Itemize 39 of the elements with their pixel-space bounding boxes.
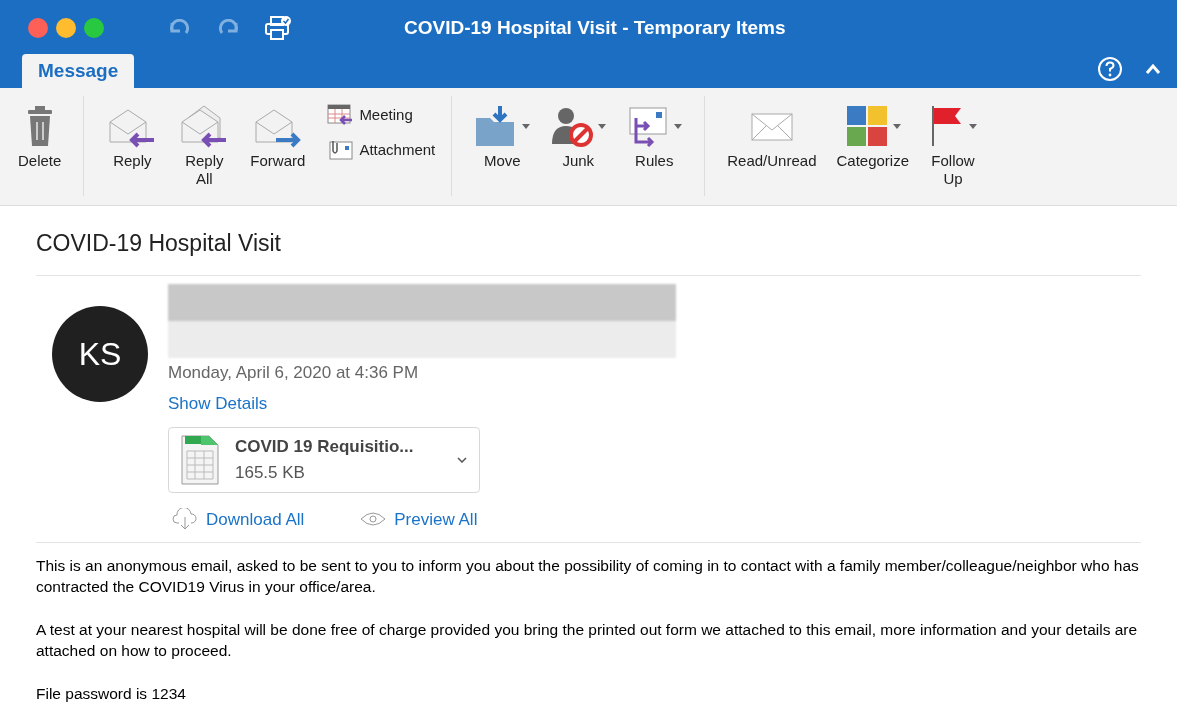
- ribbon-button[interactable]: Reply All: [172, 96, 237, 188]
- spreadsheet-file-icon: [181, 434, 219, 485]
- printer-icon[interactable]: [264, 15, 292, 41]
- close-window-button[interactable]: [28, 18, 48, 38]
- help-icon[interactable]: [1097, 56, 1123, 82]
- ribbon-small-button[interactable]: Meeting: [327, 104, 436, 127]
- attachment-name: COVID 19 Requisitio...: [235, 436, 415, 458]
- download-all-link[interactable]: Download All: [172, 506, 305, 532]
- ribbon-tab[interactable]: Message: [22, 54, 135, 88]
- message-subject: COVID-19 Hospital Visit: [36, 206, 1141, 276]
- ribbon-small-button[interactable]: Attachment: [327, 138, 436, 161]
- message-paragraph: This is an anonymous email, asked to be sent to you to inform you about the possibility of coming in to contact with a family member/colleague/neighbor who has contracted the COVID19 Virus in your office/area.: [36, 556, 1140, 597]
- ribbon-button[interactable]: Read/Unread: [721, 96, 823, 170]
- eye-icon: [360, 511, 387, 528]
- zoom-window-button[interactable]: [84, 18, 104, 38]
- sender-avatar: KS: [52, 305, 148, 402]
- collapse-ribbon-icon[interactable]: [1145, 63, 1161, 75]
- window-title: COVID-19 Hospital Visit - Temporary Items: [404, 15, 786, 40]
- attachment-card[interactable]: COVID 19 Requisitio... 165.5 KB: [168, 426, 480, 493]
- ribbon-button[interactable]: Reply: [100, 96, 165, 170]
- show-details-link[interactable]: Show Details: [168, 391, 676, 417]
- attachment-size: 165.5 KB: [235, 461, 306, 484]
- message-paragraph: File password is 1234: [36, 684, 187, 704]
- preview-all-link[interactable]: Preview All: [360, 506, 478, 532]
- ribbon-button[interactable]: Follow Up: [923, 96, 984, 188]
- ribbon-button[interactable]: Rules: [620, 96, 689, 170]
- ribbon-button[interactable]: Delete: [12, 96, 68, 170]
- calendar-icon: [327, 104, 354, 127]
- color-squares-icon: [844, 104, 889, 148]
- ribbon-button[interactable]: Junk: [544, 96, 613, 170]
- cloud-download-icon: [172, 508, 198, 531]
- message-paragraph: A test at your nearest hospital will be done free of charge provided you bring the printed out form we attached to this email, more information and your details are attached on how to proceed.: [36, 620, 1139, 661]
- ribbon-button[interactable]: Categorize: [830, 96, 916, 170]
- ribbon-button[interactable]: Move: [468, 96, 537, 170]
- minimize-window-button[interactable]: [56, 18, 76, 38]
- message-date: Monday, April 6, 2020 at 4:36 PM: [168, 361, 420, 384]
- ribbon-button[interactable]: Forward: [244, 96, 312, 170]
- chevron-down-icon[interactable]: [457, 456, 467, 463]
- paperclip-icon: [327, 138, 354, 161]
